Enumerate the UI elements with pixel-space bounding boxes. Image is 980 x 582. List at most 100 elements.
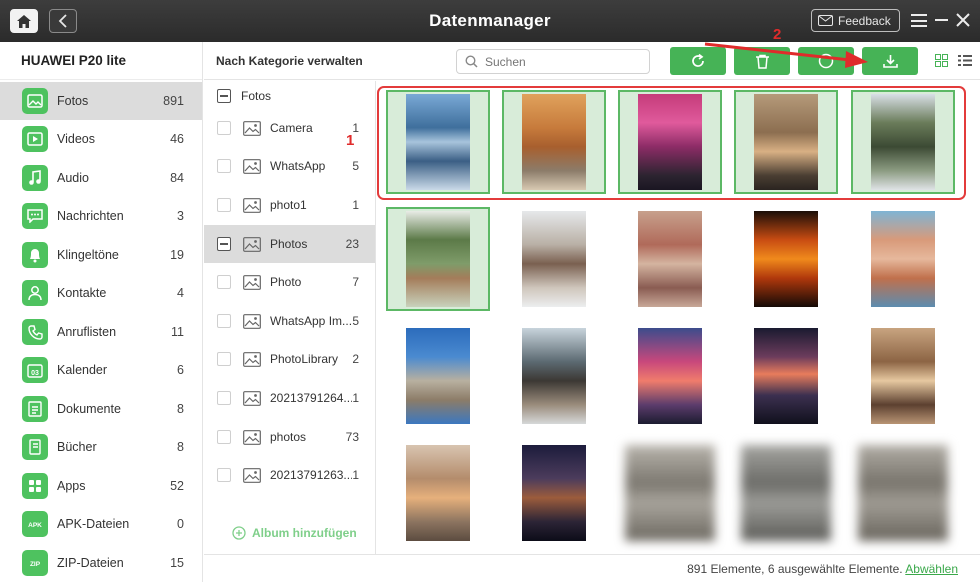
photo-thumb-blurred[interactable] (618, 441, 722, 545)
title-bar: Datenmanager Feedback (0, 0, 980, 42)
selection-highlight (377, 86, 966, 200)
sidebar-item-kontakte[interactable]: Kontakte 4 (0, 274, 202, 312)
image-icon (243, 158, 261, 174)
sidebar-item-buecher[interactable]: Bücher 8 (0, 428, 202, 466)
sidebar-item-anruflisten[interactable]: Anruflisten 11 (0, 313, 202, 351)
category-label: Videos (57, 132, 95, 146)
category-count: 11 (171, 325, 184, 339)
sidebar-item-dokumente[interactable]: Dokumente 8 (0, 390, 202, 428)
image-icon (243, 197, 261, 213)
sidebar-item-apps[interactable]: Apps 52 (0, 467, 202, 505)
plus-circle-icon (232, 526, 246, 540)
grid-view-icon[interactable] (935, 54, 948, 67)
music-icon (22, 165, 48, 191)
photo-thumbnail (754, 328, 818, 424)
sidebar-item-kalender[interactable]: 03 Kalender 6 (0, 351, 202, 389)
search-box[interactable] (456, 49, 650, 74)
photo-thumb[interactable] (618, 324, 722, 428)
category-label: Kontakte (57, 286, 107, 300)
album-count: 1 (352, 198, 359, 212)
photo-thumb[interactable] (502, 441, 606, 545)
sidebar-item-zip-dateien[interactable]: ZIP ZIP-Dateien 15 (0, 544, 202, 582)
feedback-label: Feedback (838, 13, 891, 28)
annotation-step-1: 1 (346, 132, 355, 149)
album-item[interactable]: WhatsApp 5 (204, 147, 375, 185)
close-icon[interactable] (955, 12, 971, 28)
category-label: Audio (57, 171, 89, 185)
category-label: APK-Dateien (57, 517, 130, 531)
photo-thumb[interactable] (851, 207, 955, 311)
album-checkbox[interactable] (217, 314, 231, 328)
album-checkbox[interactable] (217, 430, 231, 444)
album-item[interactable]: PhotoLibrary 2 (204, 340, 375, 378)
album-label: photos (270, 430, 307, 444)
album-checkbox[interactable] (217, 121, 231, 135)
category-count: 0 (177, 517, 184, 531)
photo-thumb-selected[interactable] (386, 207, 490, 311)
category-count: 84 (170, 171, 184, 185)
category-count: 52 (170, 479, 184, 493)
album-item[interactable]: 20213791263... 1 (204, 456, 375, 494)
album-count: 1 (352, 468, 359, 482)
album-count: 1 (352, 391, 359, 405)
image-icon (243, 467, 261, 483)
minimize-icon[interactable] (935, 19, 948, 21)
album-count: 7 (352, 275, 359, 289)
sidebar-item-audio[interactable]: Audio 84 (0, 159, 202, 197)
album-checkbox[interactable] (217, 468, 231, 482)
sidebar-item-nachrichten[interactable]: Nachrichten 3 (0, 197, 202, 235)
album-checkbox[interactable] (217, 159, 231, 173)
album-item[interactable]: WhatsApp Im... 5 (204, 302, 375, 340)
album-item-active[interactable]: Photos 23 (204, 225, 375, 263)
image-icon (243, 390, 261, 406)
list-view-icon[interactable] (958, 54, 972, 67)
image-icon (243, 274, 261, 290)
album-item[interactable]: photo1 1 (204, 186, 375, 224)
photo-thumb[interactable] (851, 324, 955, 428)
image-icon (243, 429, 261, 445)
album-item[interactable]: 20213791264... 1 (204, 379, 375, 417)
album-label: 20213791264... (270, 391, 353, 405)
photo-thumb[interactable] (734, 324, 838, 428)
photo-thumbnail (858, 445, 948, 541)
apk-icon: APK (22, 511, 48, 537)
album-label: photo1 (270, 198, 307, 212)
photo-thumb[interactable] (386, 441, 490, 545)
photo-thumb-blurred[interactable] (851, 441, 955, 545)
svg-text:APK: APK (28, 522, 42, 529)
album-label: WhatsApp (270, 159, 326, 173)
photo-thumb[interactable] (502, 324, 606, 428)
sidebar-item-apk-dateien[interactable]: APK APK-Dateien 0 (0, 505, 202, 543)
photo-thumb-blurred[interactable] (734, 441, 838, 545)
album-checkbox[interactable] (217, 352, 231, 366)
album-checkbox[interactable] (217, 89, 231, 103)
selection-summary: 891 Elemente, 6 ausgewählte Elemente. (687, 562, 903, 576)
contact-icon (22, 280, 48, 306)
album-checkbox[interactable] (217, 391, 231, 405)
category-count: 15 (170, 556, 184, 570)
menu-icon[interactable] (911, 14, 927, 27)
photo-thumb[interactable] (386, 324, 490, 428)
photo-thumbnail (871, 328, 935, 424)
book-icon (22, 434, 48, 460)
photo-thumb[interactable] (502, 207, 606, 311)
search-input[interactable] (485, 54, 635, 69)
sidebar-item-videos[interactable]: Videos 46 (0, 120, 202, 158)
sidebar-item-klingeltoene[interactable]: Klingeltöne 19 (0, 236, 202, 274)
category-label: Fotos (57, 94, 89, 108)
album-item[interactable]: Photo 7 (204, 263, 375, 301)
photo-thumb[interactable] (618, 207, 722, 311)
album-checkbox[interactable] (217, 237, 231, 251)
album-checkbox[interactable] (217, 198, 231, 212)
category-count: 8 (177, 402, 184, 416)
album-item[interactable]: photos 73 (204, 418, 375, 456)
feedback-button[interactable]: Feedback (811, 9, 900, 32)
deselect-link[interactable]: Abwählen (905, 562, 958, 576)
add-album-button[interactable]: Album hinzufügen (232, 526, 357, 540)
category-count: 891 (163, 94, 184, 108)
photo-thumb[interactable] (734, 207, 838, 311)
status-bar: 891 Elemente, 6 ausgewählte Elemente. Ab… (204, 554, 980, 582)
album-checkbox[interactable] (217, 275, 231, 289)
svg-text:ZIP: ZIP (30, 561, 41, 568)
sidebar-item-fotos[interactable]: Fotos 891 (0, 82, 202, 120)
